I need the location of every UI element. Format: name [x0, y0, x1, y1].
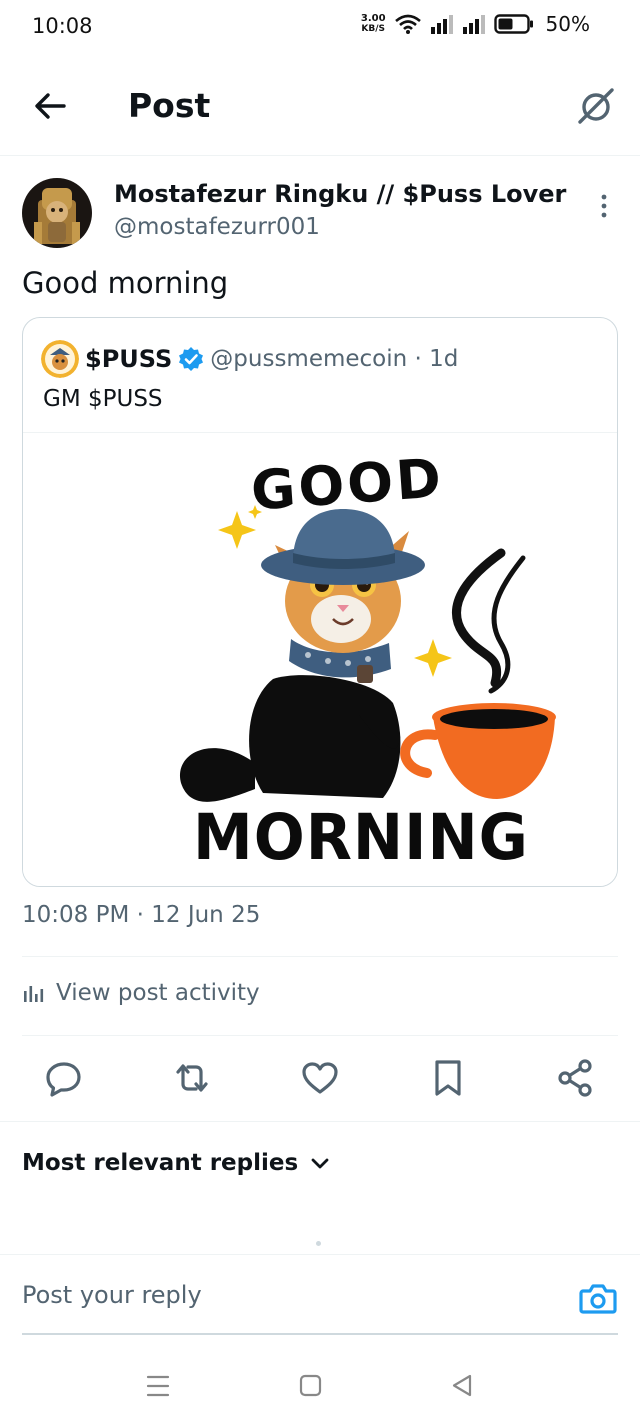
grok-icon [578, 88, 614, 124]
reply-input-underline [22, 1333, 618, 1335]
battery-icon [493, 14, 533, 34]
system-navigation-bar [0, 1350, 640, 1422]
signal-1-icon [430, 15, 453, 34]
media-text-morning: MORNING [193, 801, 529, 875]
repost-button[interactable] [170, 1056, 214, 1100]
share-button[interactable] [554, 1056, 598, 1100]
verified-badge-icon [179, 347, 204, 371]
more-options-button[interactable] [592, 192, 616, 222]
divider [22, 956, 618, 957]
status-icons: 3.00 KB/S 50% [361, 12, 590, 36]
bookmark-icon [435, 1060, 461, 1096]
recent-apps-button[interactable] [140, 1368, 176, 1404]
chevron-down-icon [311, 1158, 329, 1169]
page-title: Post [128, 86, 211, 125]
network-speed-value: 3.00 [360, 13, 386, 24]
quoted-post-avatar [41, 340, 79, 378]
like-icon [302, 1062, 338, 1094]
avatar-image [22, 178, 92, 248]
status-time: 10:08 [32, 14, 93, 38]
puss-logo-icon [41, 340, 79, 378]
divider [0, 1121, 640, 1122]
camera-button[interactable] [578, 1279, 618, 1319]
view-post-activity[interactable]: View post activity [22, 980, 260, 1006]
signal-2-icon [462, 15, 485, 34]
top-app-bar: Post [0, 56, 640, 156]
repost-icon [176, 1064, 208, 1092]
home-button[interactable] [292, 1368, 328, 1404]
battery-percent: 50% [545, 12, 590, 36]
quoted-post-card[interactable]: $PUSS @pussmemecoin · 1d GM $PUSS GOOD M… [22, 317, 618, 887]
network-speed-unit: KB/S [361, 24, 385, 34]
quoted-post-header: $PUSS @pussmemecoin · 1d [41, 340, 458, 378]
grok-button[interactable] [574, 84, 618, 128]
back-button[interactable] [30, 86, 70, 126]
replies-sort-label: Most relevant replies [22, 1150, 299, 1176]
author-avatar[interactable] [22, 178, 92, 248]
analytics-icon [24, 986, 44, 1002]
scroll-indicator [316, 1241, 321, 1246]
arrow-left-icon [35, 93, 66, 119]
author-handle[interactable]: @mostafezurr001 [114, 214, 320, 240]
share-icon [558, 1059, 592, 1097]
home-square-icon [299, 1374, 322, 1397]
quoted-post-handle-time: @pussmemecoin · 1d [210, 346, 459, 372]
back-triangle-icon [452, 1374, 472, 1397]
menu-lines-icon [146, 1375, 170, 1397]
like-button[interactable] [298, 1056, 342, 1100]
post-text: Good morning [22, 266, 229, 300]
bookmark-button[interactable] [426, 1056, 470, 1100]
reply-button[interactable] [42, 1056, 86, 1100]
view-post-activity-label: View post activity [56, 980, 260, 1006]
quoted-post-name: $PUSS [85, 345, 173, 373]
divider [22, 1035, 618, 1036]
reply-composer [0, 1254, 640, 1335]
system-back-button[interactable] [444, 1368, 480, 1404]
more-vertical-icon [601, 194, 607, 218]
reply-icon [46, 1062, 81, 1097]
author-name[interactable]: Mostafezur Ringku // $Puss Lover [114, 180, 566, 208]
quoted-post-image[interactable]: GOOD MORNING [23, 432, 617, 886]
wifi-icon [394, 14, 421, 34]
media-text-good: GOOD [249, 446, 446, 523]
replies-sort-dropdown[interactable]: Most relevant replies [22, 1150, 330, 1176]
status-bar: 10:08 3.00 KB/S 50% [0, 0, 640, 56]
post-timestamp[interactable]: 10:08 PM · 12 Jun 25 [22, 902, 260, 928]
quoted-post-text: GM $PUSS [43, 386, 163, 412]
camera-icon [579, 1284, 617, 1314]
network-speed: 3.00 KB/S [360, 13, 386, 35]
reply-input[interactable] [22, 1269, 542, 1321]
post-action-bar [0, 1056, 640, 1122]
